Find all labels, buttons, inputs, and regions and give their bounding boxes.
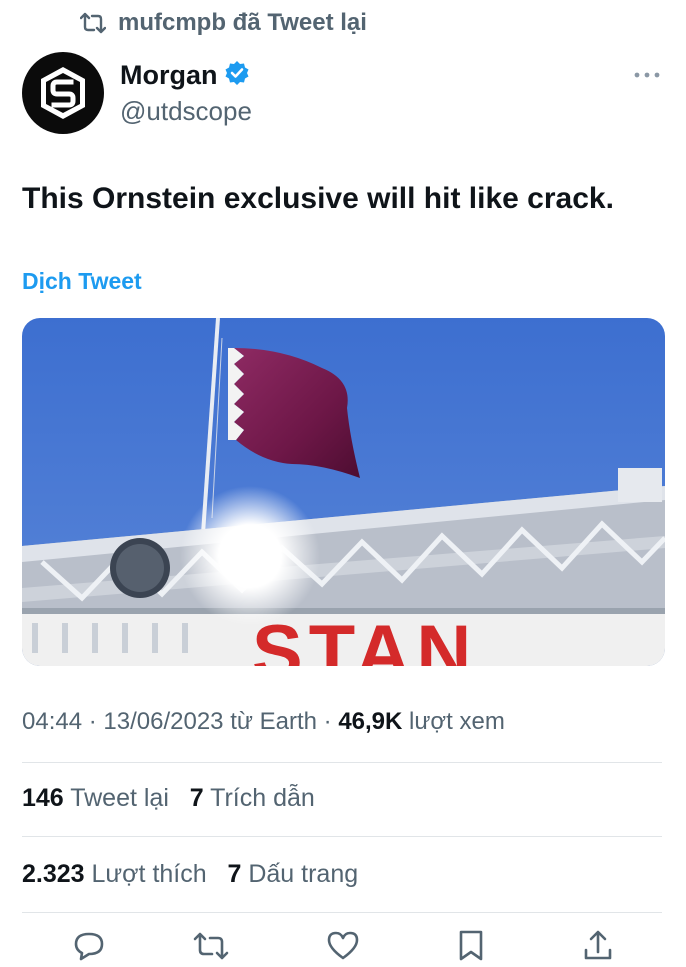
retweet-count: 146 — [22, 784, 64, 812]
stadium-photo: STAN — [22, 318, 665, 666]
meta-separator: · — [88, 708, 97, 735]
translate-link[interactable]: Dịch Tweet — [22, 268, 142, 295]
tweet-date: 13/06/2023 — [103, 708, 224, 735]
retweet-label: Tweet lại — [70, 784, 169, 812]
bookmark-label: Dấu trang — [248, 860, 359, 888]
stadium-sign-text: STAN — [252, 610, 477, 666]
like-stats[interactable]: 2.323 Lượt thích 7 Dấu trang — [22, 860, 358, 889]
avatar[interactable] — [22, 52, 104, 134]
share-icon[interactable] — [582, 928, 614, 967]
author-name: Morgan — [120, 60, 218, 90]
retweet-header[interactable]: mufcmpb đã Tweet lại — [80, 8, 367, 38]
view-label: lượt xem — [409, 708, 505, 735]
reply-icon[interactable] — [72, 928, 106, 967]
author-name-row[interactable]: Morgan — [120, 60, 250, 91]
divider — [22, 836, 662, 837]
retweet-text: mufcmpb đã Tweet lại — [118, 9, 367, 36]
retweet-stats[interactable]: 146 Tweet lại 7 Trích dẫn — [22, 784, 315, 813]
bookmark-icon[interactable] — [456, 928, 486, 967]
author-handle[interactable]: @utdscope — [120, 96, 252, 127]
avatar-logo — [41, 67, 85, 119]
like-icon[interactable] — [326, 928, 360, 967]
bookmark-count: 7 — [227, 860, 242, 888]
tweet-text: This Ornstein exclusive will hit like cr… — [22, 182, 614, 215]
like-count: 2.323 — [22, 860, 85, 888]
tweet-time: 04:44 — [22, 708, 83, 735]
like-label: Lượt thích — [91, 860, 207, 888]
divider — [22, 912, 662, 913]
more-icon[interactable] — [634, 58, 660, 86]
retweet-icon[interactable] — [192, 928, 230, 967]
verified-badge-icon — [224, 60, 250, 91]
divider — [22, 762, 662, 763]
meta-separator: · — [323, 708, 332, 735]
view-count: 46,9K — [338, 708, 403, 735]
retweet-icon — [80, 12, 106, 34]
quote-count: 7 — [189, 784, 204, 812]
action-bar — [0, 928, 686, 961]
quote-label: Trích dẫn — [210, 784, 315, 812]
tweet-media[interactable]: STAN — [22, 318, 665, 666]
tweet-source: từ Earth — [230, 708, 317, 735]
tweet-meta: 04:44 · 13/06/2023 từ Earth · 46,9K lượt… — [22, 708, 505, 736]
